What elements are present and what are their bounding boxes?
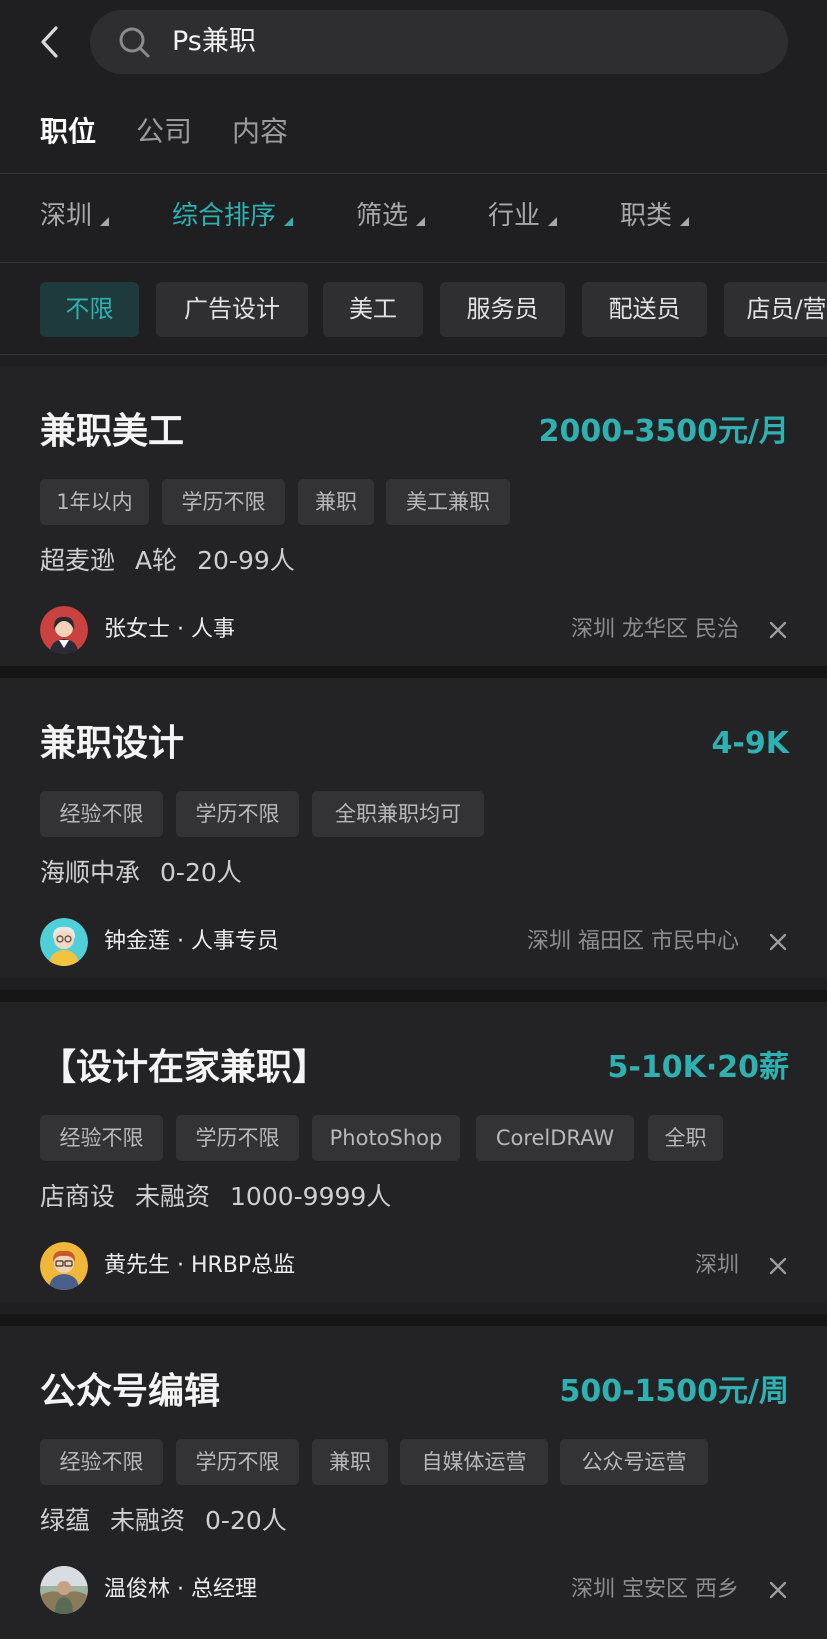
close-icon[interactable] xyxy=(766,1254,790,1278)
job-tag: 经验不限 xyxy=(40,1115,163,1161)
tab-companies[interactable]: 公司 xyxy=(136,112,192,152)
category-tabs: 职位 公司 内容 xyxy=(0,100,827,174)
filter-sort-label: 综合排序 xyxy=(172,201,277,231)
top-bar: Ps兼职 xyxy=(0,0,827,86)
chip-ad-design[interactable]: 广告设计 xyxy=(156,282,308,337)
card-separator xyxy=(0,666,827,678)
recruiter-name: 温俊林 · 总经理 xyxy=(104,1577,257,1602)
company-size: 0-20人 xyxy=(160,858,242,887)
job-tag: 自媒体运营 xyxy=(400,1439,548,1485)
filter-city[interactable]: 深圳 xyxy=(40,198,110,234)
company-name: 绿蕴 xyxy=(40,1506,91,1535)
job-salary: 5-10K·20薪 xyxy=(607,1050,789,1085)
dropdown-triangle-icon xyxy=(284,217,294,226)
avatar xyxy=(40,606,88,654)
recruiter-name: 钟金莲 · 人事专员 xyxy=(104,929,279,954)
company-size: 1000-9999人 xyxy=(230,1182,392,1211)
chip-delivery[interactable]: 配送员 xyxy=(582,282,707,337)
company-info: 海顺中承 0-20人 xyxy=(40,854,262,892)
job-title: 【设计在家兼职】 xyxy=(40,1047,329,1088)
tab-positions[interactable]: 职位 xyxy=(40,112,96,152)
filter-industry-label: 行业 xyxy=(488,201,541,231)
job-salary: 500-1500元/周 xyxy=(559,1374,789,1409)
search-icon xyxy=(119,27,150,58)
card-separator xyxy=(0,990,827,1002)
avatar xyxy=(40,918,88,966)
company-name: 超麦逊 xyxy=(40,546,116,575)
job-title: 兼职设计 xyxy=(40,723,185,764)
job-tag: 1年以内 xyxy=(40,479,149,525)
job-location: 深圳 龙华区 民治 xyxy=(571,617,739,642)
job-tag: 兼职 xyxy=(312,1439,388,1485)
company-name: 店商设 xyxy=(40,1182,116,1211)
company-stage: 未融资 xyxy=(110,1506,186,1535)
job-tag: 美工兼职 xyxy=(386,479,510,525)
avatar xyxy=(40,1566,88,1614)
chip-clerk[interactable]: 店员/营 xyxy=(724,282,827,337)
close-icon[interactable] xyxy=(766,1578,790,1602)
female-avatar-red-icon xyxy=(40,606,88,654)
company-name: 海顺中承 xyxy=(40,858,141,887)
filter-sort[interactable]: 综合排序 xyxy=(172,198,294,234)
back-arrow-icon[interactable] xyxy=(36,22,66,62)
male-avatar-yellow-icon xyxy=(40,1242,88,1290)
chip-unlimited[interactable]: 不限 xyxy=(40,282,139,337)
job-location: 深圳 xyxy=(694,1253,739,1278)
tab-content[interactable]: 内容 xyxy=(232,112,288,152)
job-card[interactable]: 兼职设计 4-9K 经验不限 学历不限 全职兼职均可 海顺中承 0-20人 钟金莲… xyxy=(0,678,827,978)
filter-screen[interactable]: 筛选 xyxy=(356,198,426,234)
search-query: Ps兼职 xyxy=(172,26,256,57)
company-stage: A轮 xyxy=(135,546,178,575)
company-info: 超麦逊 A轮 20-99人 xyxy=(40,542,315,580)
close-icon[interactable] xyxy=(766,930,790,954)
job-tag: 经验不限 xyxy=(40,1439,163,1485)
dropdown-triangle-icon xyxy=(680,217,690,226)
filter-job-type[interactable]: 职类 xyxy=(620,198,690,234)
filter-job-type-label: 职类 xyxy=(620,201,673,231)
recruiter-name: 张女士 · 人事 xyxy=(104,617,235,642)
elder-avatar-cyan-icon xyxy=(40,918,88,966)
job-title: 公众号编辑 xyxy=(40,1371,221,1412)
company-stage: 未融资 xyxy=(135,1182,211,1211)
job-salary: 2000-3500元/月 xyxy=(538,414,789,449)
filter-industry[interactable]: 行业 xyxy=(488,198,558,234)
dropdown-triangle-icon xyxy=(548,217,558,226)
filter-city-label: 深圳 xyxy=(40,201,93,231)
company-info: 绿蕴 未融资 0-20人 xyxy=(40,1502,307,1540)
avatar xyxy=(40,1242,88,1290)
recruiter-name: 黄先生 · HRBP总监 xyxy=(104,1253,296,1278)
job-salary: 4-9K xyxy=(711,726,789,761)
card-separator xyxy=(0,1314,827,1326)
job-tag: 学历不限 xyxy=(176,791,299,837)
job-location: 深圳 宝安区 西乡 xyxy=(571,1577,739,1602)
job-tag: 学历不限 xyxy=(176,1115,299,1161)
job-tag: 全职兼职均可 xyxy=(312,791,484,837)
company-info: 店商设 未融资 1000-9999人 xyxy=(40,1178,411,1216)
job-card[interactable]: 公众号编辑 500-1500元/周 经验不限 学历不限 兼职 自媒体运营 公众号… xyxy=(0,1326,827,1639)
job-card[interactable]: 【设计在家兼职】 5-10K·20薪 经验不限 学历不限 PhotoShop C… xyxy=(0,1002,827,1302)
dropdown-triangle-icon xyxy=(416,217,426,226)
filter-screen-label: 筛选 xyxy=(356,201,409,231)
close-icon[interactable] xyxy=(766,618,790,642)
company-size: 0-20人 xyxy=(205,1506,287,1535)
job-tag: PhotoShop xyxy=(312,1115,460,1161)
search-input[interactable]: Ps兼职 xyxy=(90,10,788,74)
job-title: 兼职美工 xyxy=(40,411,185,452)
job-tag: 学历不限 xyxy=(162,479,285,525)
job-tag: CorelDRAW xyxy=(476,1115,634,1161)
company-size: 20-99人 xyxy=(197,546,295,575)
job-tag: 兼职 xyxy=(298,479,374,525)
job-tag: 经验不限 xyxy=(40,791,163,837)
filter-bar: 深圳 综合排序 筛选 行业 职类 xyxy=(0,174,827,263)
job-location: 深圳 福田区 市民中心 xyxy=(527,929,739,954)
chip-waiter[interactable]: 服务员 xyxy=(440,282,565,337)
job-card[interactable]: 兼职美工 2000-3500元/月 1年以内 学历不限 兼职 美工兼职 超麦逊 A… xyxy=(0,366,827,666)
job-tag: 全职 xyxy=(648,1115,723,1161)
job-tag: 学历不限 xyxy=(176,1439,299,1485)
job-tag: 公众号运营 xyxy=(560,1439,708,1485)
chip-art-design[interactable]: 美工 xyxy=(323,282,423,337)
dropdown-triangle-icon xyxy=(100,217,110,226)
photo-avatar-icon xyxy=(40,1566,88,1614)
job-type-chips: 不限 广告设计 美工 服务员 配送员 店员/营 xyxy=(0,263,827,355)
